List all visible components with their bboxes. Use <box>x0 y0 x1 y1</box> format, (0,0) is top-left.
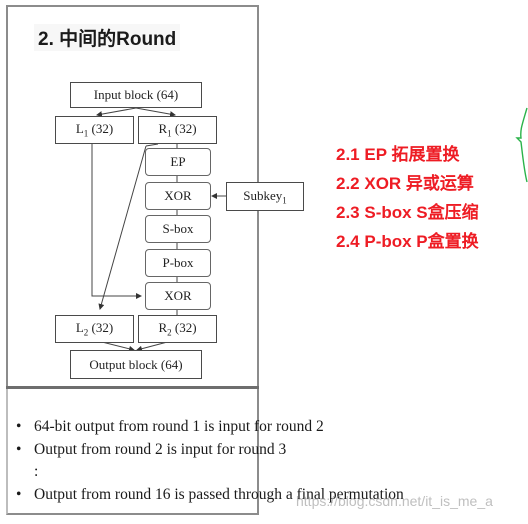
l2-base: L <box>75 320 84 336</box>
step-list: 2.1 EP 拓展置换 2.2 XOR 异或运算 2.3 S-box S盒压缩 … <box>336 140 479 256</box>
xor1-box: XOR <box>145 182 211 210</box>
xor2-label: XOR <box>164 288 192 303</box>
wire-input-to-l1 <box>96 107 137 118</box>
note-item: • 64-bit output from round 1 is input for… <box>16 416 404 439</box>
l2-label: L2 (32) <box>76 320 113 338</box>
wire-input-to-r1 <box>135 107 176 118</box>
note-text: Output from round 2 is input for round 3 <box>34 440 287 458</box>
ep-label: EP <box>170 154 186 169</box>
r1-bits: (32) <box>171 121 197 137</box>
xor2-box: XOR <box>145 282 211 310</box>
l1-box: L1 (32) <box>55 116 134 144</box>
output-block-label: Output block (64) <box>89 356 183 372</box>
r2-label: R2 (32) <box>158 320 196 338</box>
subkey-base: Subkey <box>243 187 283 203</box>
subkey-label: Subkey1 <box>243 188 287 206</box>
note-text: 64-bit output from round 1 is input for … <box>34 418 324 435</box>
sbox-label: S-box <box>162 221 194 236</box>
note-ellipsis: : <box>16 461 404 484</box>
r2-bits: (32) <box>171 320 197 336</box>
step-item: 2.4 P-box P盒置换 <box>336 232 479 251</box>
subkey-box: Subkey1 <box>226 182 304 211</box>
l1-bits: (32) <box>88 121 114 137</box>
step-item: 2.1 EP 拓展置换 <box>336 145 460 164</box>
pbox-label: P-box <box>162 255 194 270</box>
pbox-box: P-box <box>145 249 211 277</box>
r1-base: R <box>158 121 168 137</box>
watermark: https://blog.csdn.net/it_is_me_a <box>296 493 493 509</box>
r2-box: R2 (32) <box>138 315 217 343</box>
input-block-box: Input block (64) <box>70 82 202 108</box>
ep-box: EP <box>145 148 211 176</box>
note-text: : <box>34 463 39 480</box>
bullet-icon: • <box>16 485 22 503</box>
step-item: 2.3 S-box S盒压缩 <box>336 203 479 222</box>
l2-bits: (32) <box>88 320 114 336</box>
l1-base: L <box>75 121 84 137</box>
sbox-box: S-box <box>145 215 211 243</box>
note-item: • Output from round 2 is input for round … <box>16 439 404 462</box>
r1-label: R1 (32) <box>158 121 196 139</box>
wire-l1-to-xor2 <box>91 144 142 299</box>
step-item: 2.2 XOR 异或运算 <box>336 174 474 193</box>
subkey-sub: 1 <box>282 195 287 206</box>
l1-label: L1 (32) <box>76 121 113 139</box>
l2-box: L2 (32) <box>55 315 134 343</box>
output-block-box: Output block (64) <box>70 350 202 379</box>
bullet-icon: • <box>16 418 22 435</box>
r2-base: R <box>158 320 168 336</box>
input-block-label: Input block (64) <box>93 87 179 102</box>
xor1-label: XOR <box>164 188 192 203</box>
bullet-icon: • <box>16 440 22 458</box>
r1-box: R1 (32) <box>138 116 217 144</box>
